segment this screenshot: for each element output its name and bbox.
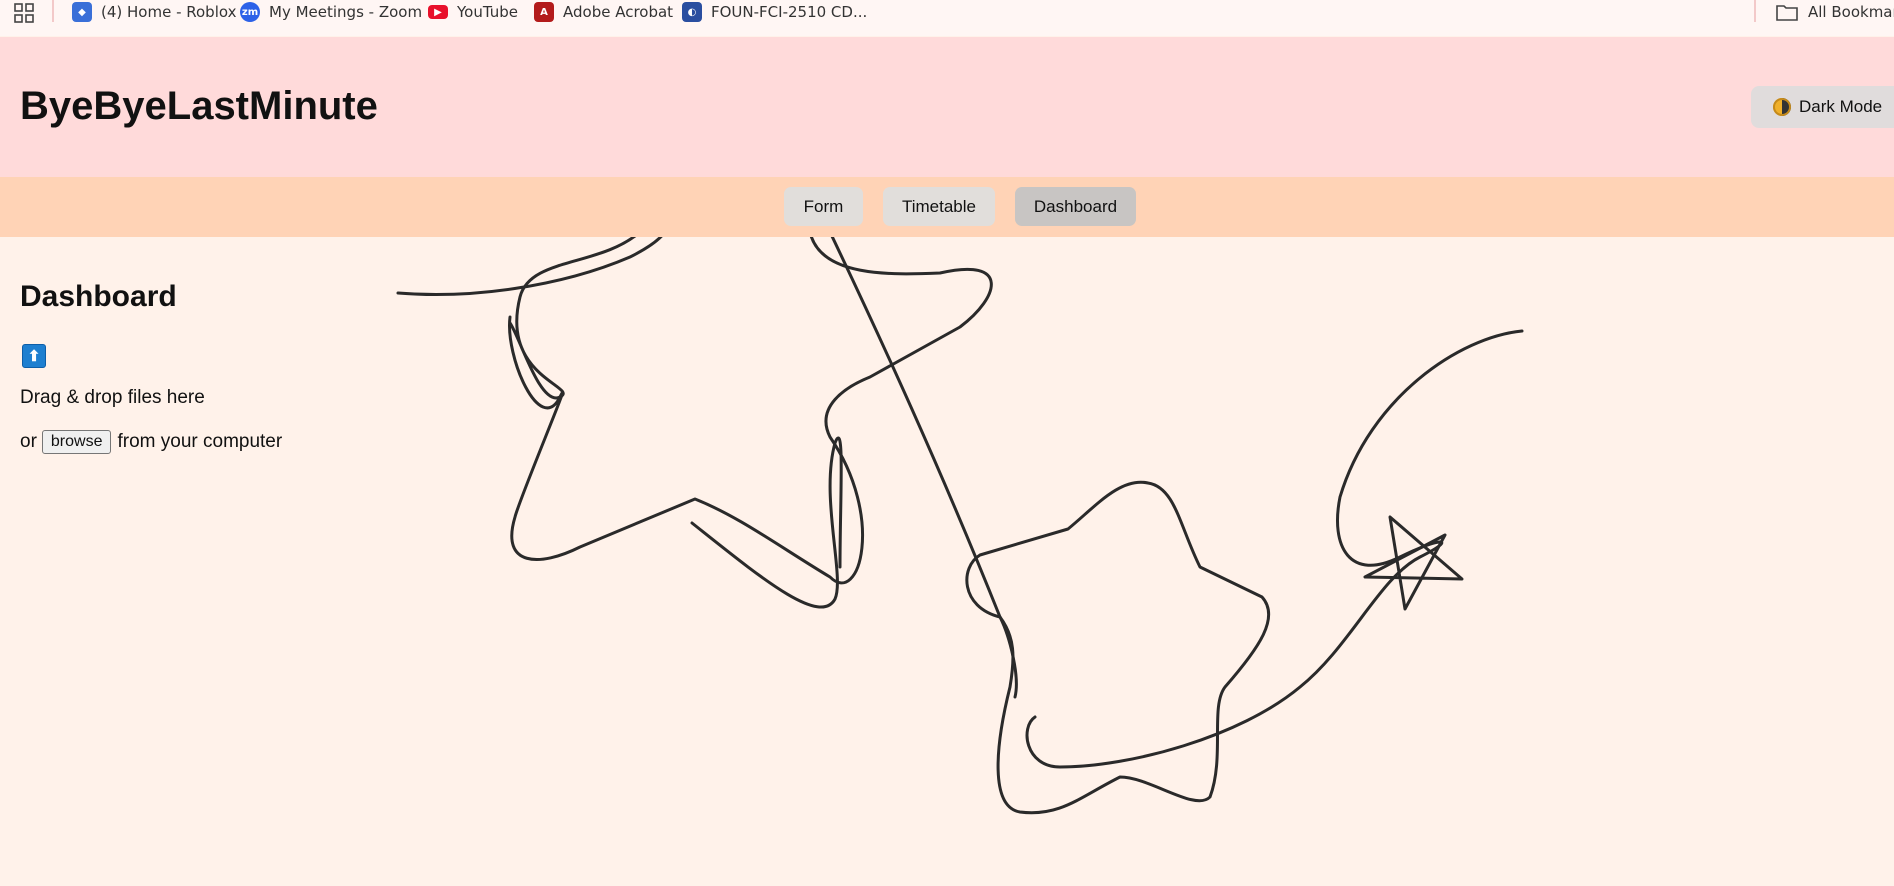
bookmark-roblox[interactable]: ◆ (4) Home - Roblox bbox=[72, 0, 236, 24]
dark-mode-button[interactable]: Dark Mode bbox=[1751, 86, 1894, 128]
bookmark-zoom[interactable]: zm My Meetings - Zoom bbox=[240, 0, 422, 24]
site-title: ByeByeLastMinute bbox=[20, 84, 378, 128]
dashboard-main: Dashboard ⬆ Drag & drop files here or br… bbox=[0, 237, 1894, 886]
bookmarks-separator bbox=[1754, 0, 1756, 22]
youtube-icon: ▶ bbox=[428, 5, 448, 19]
tab-timetable[interactable]: Timetable bbox=[883, 187, 995, 226]
course-icon: ◐ bbox=[682, 2, 702, 22]
bookmark-label: My Meetings - Zoom bbox=[269, 3, 423, 21]
bookmark-label: (4) Home - Roblox bbox=[101, 3, 237, 21]
bookmark-youtube[interactable]: ▶ YouTube bbox=[428, 0, 518, 24]
browse-button[interactable]: browse bbox=[41, 430, 112, 454]
browse-suffix: from your computer bbox=[117, 431, 283, 452]
bookmark-label: Adobe Acrobat bbox=[563, 3, 674, 21]
moon-icon bbox=[1773, 98, 1791, 116]
site-header: ByeByeLastMinute Dark Mode bbox=[0, 37, 1894, 177]
browse-prefix: or bbox=[20, 431, 37, 452]
bookmark-adobe-acrobat[interactable]: A Adobe Acrobat bbox=[534, 0, 673, 24]
tab-form[interactable]: Form bbox=[784, 187, 863, 226]
roblox-icon: ◆ bbox=[72, 2, 92, 22]
bookmark-course[interactable]: ◐ FOUN-FCI-2510 CD... bbox=[682, 0, 867, 24]
adobe-acrobat-icon: A bbox=[534, 2, 554, 22]
stars-line-drawing bbox=[396, 237, 1524, 815]
tab-dashboard[interactable]: Dashboard bbox=[1015, 187, 1136, 226]
drop-zone-text: Drag & drop files here bbox=[20, 387, 205, 408]
bookmarks-bar: ◆ (4) Home - Roblox zm My Meetings - Zoo… bbox=[0, 0, 1894, 36]
main-nav: Form Timetable Dashboard bbox=[0, 177, 1894, 237]
all-bookmarks[interactable]: All Bookmarks bbox=[1776, 0, 1894, 24]
browse-line: or browse from your computer bbox=[20, 430, 282, 454]
zoom-icon: zm bbox=[240, 2, 260, 22]
upload-icon: ⬆ bbox=[22, 344, 46, 368]
all-bookmarks-label: All Bookmarks bbox=[1808, 3, 1894, 21]
bookmarks-separator bbox=[52, 0, 54, 22]
folder-icon bbox=[1776, 5, 1798, 21]
bookmark-label: YouTube bbox=[457, 3, 518, 21]
dashboard-heading: Dashboard bbox=[20, 280, 177, 313]
bookmark-label: FOUN-FCI-2510 CD... bbox=[711, 3, 868, 21]
dark-mode-label: Dark Mode bbox=[1799, 97, 1883, 116]
apps-grid-icon[interactable] bbox=[14, 3, 34, 23]
